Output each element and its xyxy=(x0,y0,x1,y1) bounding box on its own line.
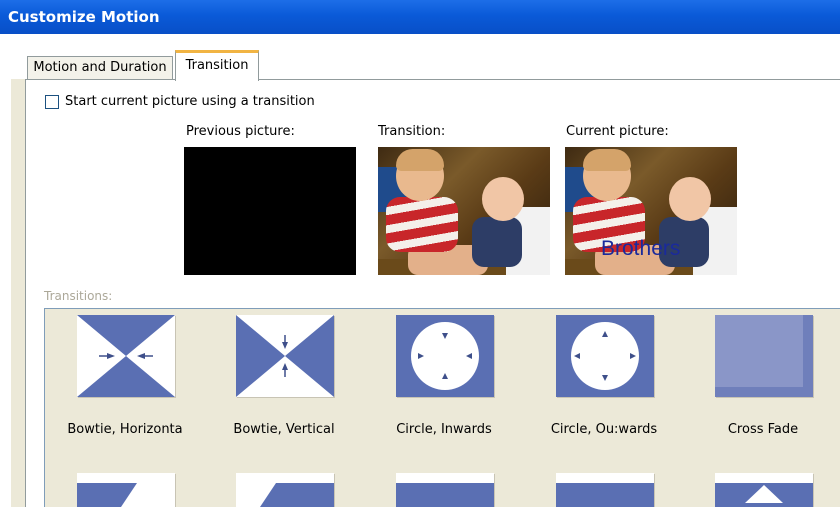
tab-transition[interactable]: Transition xyxy=(175,50,259,81)
picture-caption-text: Brothers xyxy=(601,237,681,260)
transition-icon xyxy=(396,483,494,507)
transition-icon xyxy=(260,483,334,507)
transition-icon xyxy=(715,483,813,507)
transition-icon xyxy=(556,483,654,507)
start-with-transition-label[interactable]: Start current picture using a transition xyxy=(65,94,315,109)
transitions-gallery[interactable]: Bowtie, Horizonta Bowtie, Vertical Circl… xyxy=(44,308,840,507)
transition-preview-label: Transition: xyxy=(378,124,446,139)
transition-tile[interactable] xyxy=(683,309,840,507)
current-picture-label: Current picture: xyxy=(566,124,669,139)
transition-tile[interactable] xyxy=(364,309,524,507)
window-title: Customize Motion xyxy=(0,0,840,34)
transition-icon xyxy=(77,483,137,507)
transition-preview-image xyxy=(378,147,550,275)
tab-motion-and-duration[interactable]: Motion and Duration xyxy=(27,56,173,80)
transition-tile[interactable] xyxy=(524,309,684,507)
transition-tile[interactable] xyxy=(45,309,205,507)
transition-tile[interactable] xyxy=(204,309,364,507)
previous-picture-preview xyxy=(184,147,356,275)
current-picture-preview: Brothers xyxy=(565,147,737,275)
start-with-transition-checkbox[interactable] xyxy=(45,95,59,109)
previous-picture-label: Previous picture: xyxy=(186,124,295,139)
transitions-label: Transitions: xyxy=(44,289,113,303)
